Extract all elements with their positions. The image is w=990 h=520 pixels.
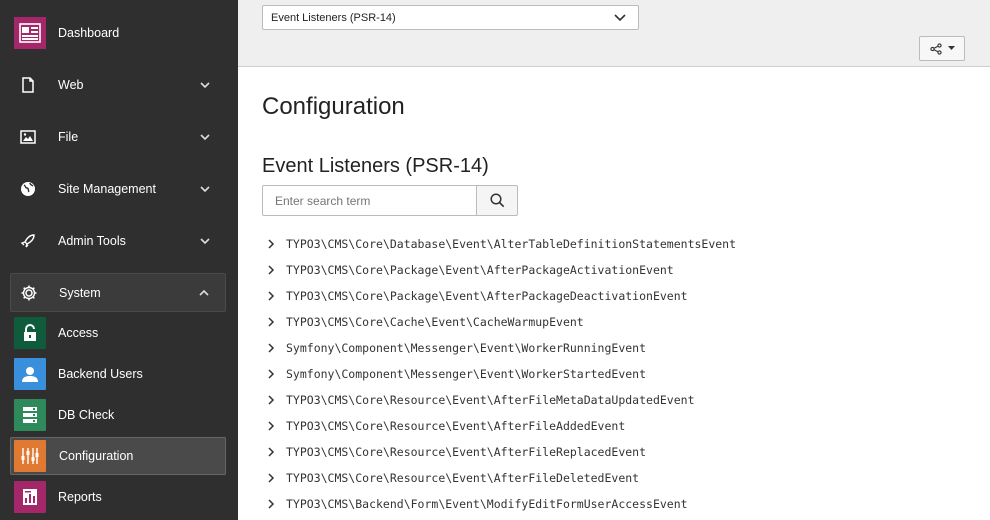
event-name: TYPO3\CMS\Core\Resource\Event\AfterFileM…	[286, 393, 695, 407]
nav-label-file: File	[58, 130, 79, 144]
caret-down-icon	[947, 46, 955, 50]
dashboard-icon	[14, 17, 46, 49]
event-name: TYPO3\CMS\Core\Cache\Event\CacheWarmupEv…	[286, 315, 584, 329]
sub-item-db-check[interactable]: DB Check	[10, 396, 226, 434]
configuration-type-select[interactable]: Event Listeners (PSR-14)	[262, 5, 639, 30]
sub-label-db-check: DB Check	[58, 408, 115, 422]
rocket-icon	[18, 231, 38, 251]
report-icon	[14, 481, 46, 513]
chevron-right-icon[interactable]	[266, 420, 276, 432]
share-icon	[929, 42, 942, 55]
nav-item-system[interactable]: System	[10, 273, 226, 312]
chevron-down-icon[interactable]	[198, 182, 212, 196]
event-name: TYPO3\CMS\Core\Resource\Event\AfterFileA…	[286, 419, 626, 433]
chevron-right-icon[interactable]	[266, 290, 276, 302]
event-name: Symfony\Component\Messenger\Event\Worker…	[286, 341, 647, 355]
event-name: TYPO3\CMS\Core\Resource\Event\AfterFileR…	[286, 445, 647, 459]
event-name: TYPO3\CMS\Core\Resource\Event\AfterFileD…	[286, 471, 640, 485]
chevron-down-icon	[614, 14, 626, 22]
sub-item-backend-users[interactable]: Backend Users	[10, 355, 226, 393]
search-button[interactable]	[476, 185, 518, 216]
nav-item-file[interactable]: File	[10, 118, 226, 156]
sub-label-access: Access	[58, 326, 99, 340]
page-title: Configuration	[262, 93, 405, 120]
tree-row[interactable]: TYPO3\CMS\Core\Resource\Event\AfterFileM…	[262, 387, 862, 413]
search-input[interactable]	[262, 185, 477, 216]
chevron-down-icon[interactable]	[198, 234, 212, 248]
event-name: TYPO3\CMS\Core\Package\Event\AfterPackag…	[286, 289, 688, 303]
sub-item-access[interactable]: Access	[10, 314, 226, 352]
nav-label-system: System	[59, 285, 101, 300]
nav-label-admin-tools: Admin Tools	[58, 234, 126, 248]
share-button[interactable]	[919, 36, 965, 61]
select-value: Event Listeners (PSR-14)	[271, 12, 396, 24]
nav-item-dashboard[interactable]: Dashboard	[10, 14, 226, 52]
nav-item-web[interactable]: Web	[10, 66, 226, 104]
tree-row[interactable]: TYPO3\CMS\Backend\Form\Event\ModifyEditF…	[262, 491, 862, 517]
nav-item-site-management[interactable]: Site Management	[10, 170, 226, 208]
chevron-right-icon[interactable]	[266, 238, 276, 250]
sliders-icon	[14, 440, 46, 472]
chevron-right-icon[interactable]	[266, 394, 276, 406]
chevron-down-icon[interactable]	[198, 130, 212, 144]
nav-label-web: Web	[58, 78, 84, 92]
database-icon	[14, 399, 46, 431]
event-name: TYPO3\CMS\Core\Package\Event\AfterPackag…	[286, 263, 674, 277]
sub-item-configuration[interactable]: Configuration	[10, 437, 226, 475]
module-body: Configuration Event Listeners (PSR-14) T…	[238, 67, 990, 520]
search-icon	[489, 193, 504, 208]
tree-row[interactable]: TYPO3\CMS\Core\Cache\Event\CacheWarmupEv…	[262, 309, 862, 335]
padlock-icon	[14, 317, 46, 349]
sub-label-backend-users: Backend Users	[58, 367, 143, 381]
chevron-right-icon[interactable]	[266, 368, 276, 380]
nav-item-admin-tools[interactable]: Admin Tools	[10, 222, 226, 260]
user-icon	[14, 358, 46, 390]
chevron-right-icon[interactable]	[266, 498, 276, 510]
tree-row[interactable]: TYPO3\CMS\Core\Resource\Event\AfterFileD…	[262, 465, 862, 491]
module-sidebar: Dashboard Web File Site Management Admin…	[0, 0, 238, 520]
chevron-up-icon[interactable]	[197, 286, 211, 300]
globe-icon	[18, 179, 38, 199]
nav-label-site-management: Site Management	[58, 182, 156, 196]
sub-label-reports: Reports	[58, 490, 102, 504]
tree-row[interactable]: TYPO3\CMS\Core\Resource\Event\AfterFileR…	[262, 439, 862, 465]
event-name: TYPO3\CMS\Backend\Form\Event\ModifyEditF…	[286, 497, 688, 511]
chevron-right-icon[interactable]	[266, 472, 276, 484]
section-title: Event Listeners (PSR-14)	[262, 155, 489, 177]
tree-row[interactable]: Symfony\Component\Messenger\Event\Worker…	[262, 361, 862, 387]
tree-row[interactable]: TYPO3\CMS\Core\Resource\Event\AfterFileA…	[262, 413, 862, 439]
chevron-right-icon[interactable]	[266, 342, 276, 354]
sub-label-configuration: Configuration	[59, 449, 134, 463]
file-image-icon	[18, 127, 38, 147]
docheader: Event Listeners (PSR-14)	[238, 0, 990, 67]
chevron-right-icon[interactable]	[266, 264, 276, 276]
event-name: TYPO3\CMS\Core\Database\Event\AlterTable…	[286, 237, 737, 251]
nav-label-dashboard: Dashboard	[58, 26, 120, 40]
tree-row[interactable]: Symfony\Component\Messenger\Event\Worker…	[262, 335, 862, 361]
chevron-right-icon[interactable]	[266, 446, 276, 458]
tree-row[interactable]: TYPO3\CMS\Core\Database\Event\AlterTable…	[262, 231, 862, 257]
web-page-icon	[18, 75, 38, 95]
tree-row[interactable]: TYPO3\CMS\Core\Package\Event\AfterPackag…	[262, 257, 862, 283]
chevron-down-icon[interactable]	[198, 78, 212, 92]
gear-icon	[19, 283, 39, 303]
event-name: Symfony\Component\Messenger\Event\Worker…	[286, 367, 647, 381]
sub-item-reports[interactable]: Reports	[10, 478, 226, 516]
chevron-right-icon[interactable]	[266, 316, 276, 328]
tree-row[interactable]: TYPO3\CMS\Core\Package\Event\AfterPackag…	[262, 283, 862, 309]
